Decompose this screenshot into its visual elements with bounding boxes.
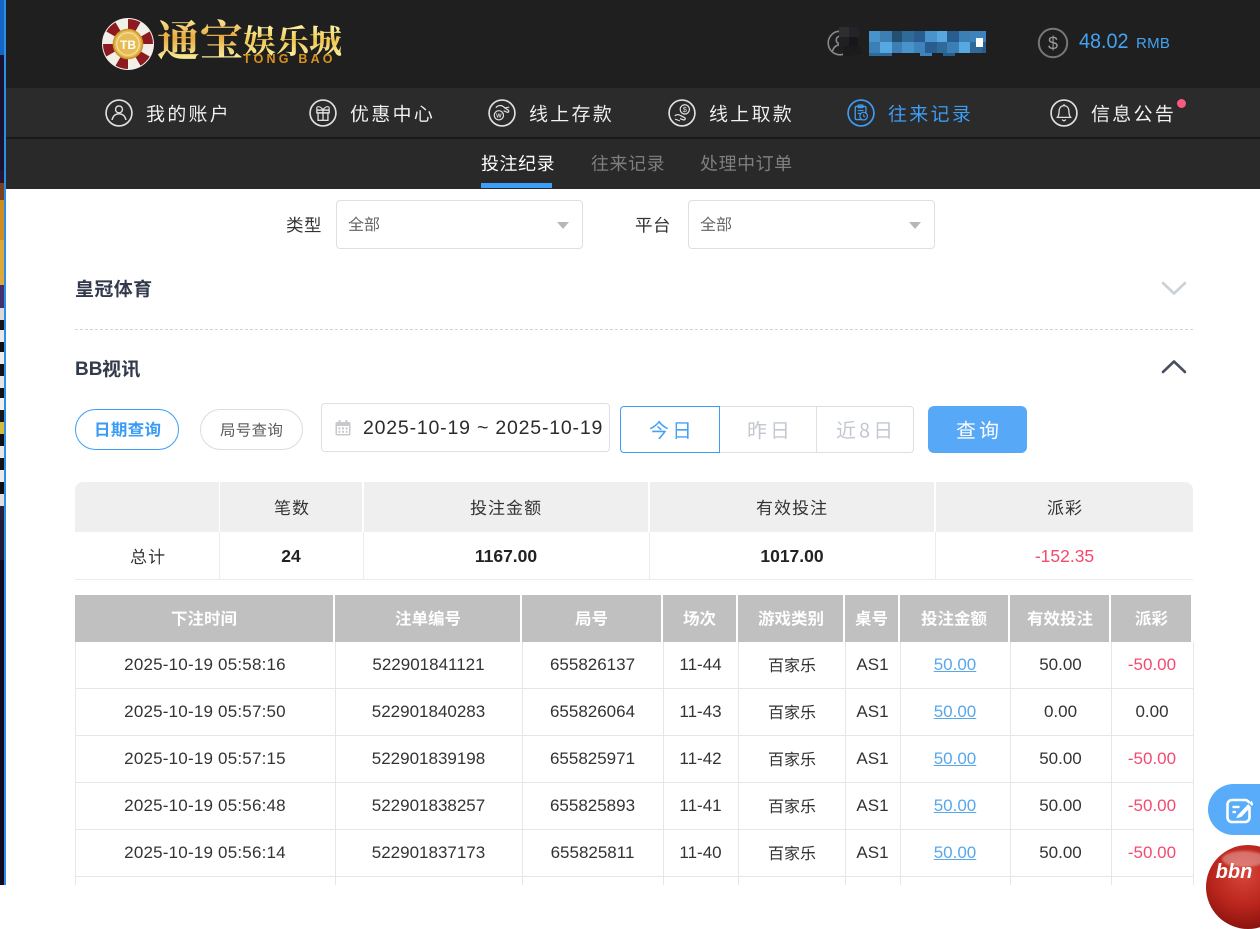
svg-text:$: $ (683, 105, 687, 114)
svg-text:$: $ (1048, 34, 1058, 54)
svg-text:W: W (496, 114, 502, 120)
svg-text:TB: TB (120, 38, 136, 52)
